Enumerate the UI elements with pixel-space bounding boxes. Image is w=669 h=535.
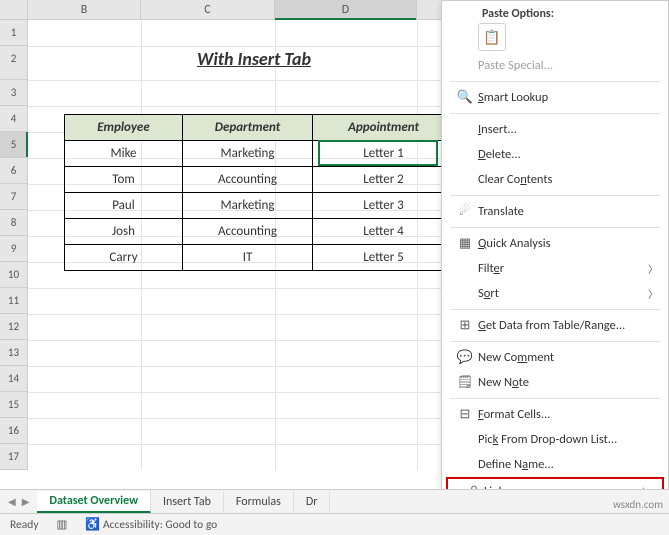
sheet-tab-dr[interactable]: Dr (294, 492, 331, 512)
row-header-8[interactable]: 8 (0, 210, 28, 236)
status-ready: Ready (10, 518, 39, 532)
menu-paste-special[interactable]: Paste Special... (442, 53, 668, 78)
menu-separator (450, 227, 660, 228)
accessibility-icon: ♿ (85, 518, 100, 532)
menu-clear-contents[interactable]: Clear Contents (442, 167, 668, 192)
cell[interactable]: IT (183, 245, 313, 271)
sheet-tab-formulas[interactable]: Formulas (224, 492, 294, 512)
cell[interactable]: Accounting (183, 167, 313, 193)
row-headers: 1 2 3 4 5 6 7 8 9 10 11 12 13 14 15 16 1… (0, 20, 28, 470)
header-appointment[interactable]: Appointment (313, 115, 455, 141)
table-row: CarryITLetter 5 (65, 245, 455, 271)
menu-translate[interactable]: ☄Translate (442, 199, 668, 224)
cell[interactable]: Carry (65, 245, 183, 271)
row-header-5[interactable]: 5 (0, 132, 28, 158)
menu-define-name[interactable]: Define Name... (442, 452, 668, 477)
cell[interactable]: Letter 3 (313, 193, 455, 219)
menu-format-cells[interactable]: ⊟Format Cells... (442, 402, 668, 427)
menu-filter[interactable]: Filter〉 (442, 256, 668, 281)
translate-icon: ☄ (452, 204, 478, 219)
menu-separator (450, 398, 660, 399)
data-table: Employee Department Appointment MikeMark… (64, 114, 455, 271)
cell[interactable]: Tom (65, 167, 183, 193)
table-row: MikeMarketingLetter 1 (65, 141, 455, 167)
menu-get-data[interactable]: ⊞Get Data from Table/Range... (442, 313, 668, 338)
menu-quick-analysis[interactable]: ▦Quick Analysis (442, 231, 668, 256)
chevron-right-icon: 〉 (648, 286, 658, 301)
menu-delete[interactable]: Delete... (442, 142, 668, 167)
row-header-11[interactable]: 11 (0, 288, 28, 314)
row-header-4[interactable]: 4 (0, 106, 28, 132)
stats-icon[interactable]: ▥ (57, 517, 68, 532)
clipboard-icon: 📋 (483, 29, 500, 46)
table-header-row: Employee Department Appointment (65, 115, 455, 141)
status-bar: Ready ▥ ♿ Accessibility: Good to go (0, 513, 669, 535)
search-icon: 🔍 (452, 90, 478, 105)
row-header-10[interactable]: 10 (0, 262, 28, 288)
status-accessibility: Accessibility: Good to go (103, 518, 217, 532)
menu-separator (450, 113, 660, 114)
cell[interactable]: Marketing (183, 193, 313, 219)
table-icon: ⊞ (452, 318, 478, 333)
menu-pick-list[interactable]: Pick From Drop-down List... (442, 427, 668, 452)
row-header-6[interactable]: 6 (0, 158, 28, 184)
col-header-C[interactable]: C (141, 0, 275, 19)
row-header-2[interactable]: 2 (0, 46, 28, 80)
cell[interactable]: Paul (65, 193, 183, 219)
tab-nav: ◀ ▶ (0, 495, 37, 508)
menu-smart-lookup[interactable]: 🔍Smart Lookup (442, 85, 668, 110)
paste-button[interactable]: 📋 (478, 23, 506, 51)
menu-separator (450, 341, 660, 342)
cell[interactable]: Letter 4 (313, 219, 455, 245)
row-header-16[interactable]: 16 (0, 418, 28, 444)
cell[interactable]: Letter 1 (313, 141, 455, 167)
sheet-tab-insert[interactable]: Insert Tab (151, 492, 224, 512)
menu-new-note[interactable]: 🗒New Note (442, 370, 668, 395)
menu-new-comment[interactable]: 💬New Comment (442, 345, 668, 370)
menu-separator (450, 195, 660, 196)
cell[interactable]: Accounting (183, 219, 313, 245)
row-header-15[interactable]: 15 (0, 392, 28, 418)
sheet-tab-overview[interactable]: Dataset Overview (37, 491, 151, 513)
header-department[interactable]: Department (183, 115, 313, 141)
select-all-corner[interactable] (0, 0, 28, 19)
row-header-1[interactable]: 1 (0, 20, 28, 46)
title-cell: With Insert Tab (44, 48, 464, 70)
row-header-7[interactable]: 7 (0, 184, 28, 210)
context-menu: Paste Options: 📋 Paste Special... 🔍Smart… (441, 0, 669, 511)
row-header-3[interactable]: 3 (0, 80, 28, 106)
table-row: JoshAccountingLetter 4 (65, 219, 455, 245)
header-employee[interactable]: Employee (65, 115, 183, 141)
menu-separator (450, 81, 660, 82)
comment-icon: 💬 (452, 350, 478, 365)
row-header-12[interactable]: 12 (0, 314, 28, 340)
row-header-9[interactable]: 9 (0, 236, 28, 262)
sheet-tab-bar: ◀ ▶ Dataset Overview Insert Tab Formulas… (0, 489, 669, 513)
cell[interactable]: Mike (65, 141, 183, 167)
note-icon: 🗒 (452, 375, 478, 390)
chevron-right-icon: 〉 (648, 261, 658, 276)
row-header-13[interactable]: 13 (0, 340, 28, 366)
tab-next-icon[interactable]: ▶ (22, 495, 30, 508)
tab-prev-icon[interactable]: ◀ (8, 495, 16, 508)
row-header-17[interactable]: 17 (0, 444, 28, 470)
cell[interactable]: Letter 5 (313, 245, 455, 271)
col-header-B[interactable]: B (28, 0, 141, 19)
quick-analysis-icon: ▦ (452, 236, 478, 251)
cell[interactable]: Marketing (183, 141, 313, 167)
table-row: TomAccountingLetter 2 (65, 167, 455, 193)
col-header-D[interactable]: D (275, 0, 417, 19)
watermark: wsxdn.com (613, 498, 663, 511)
table-row: PaulMarketingLetter 3 (65, 193, 455, 219)
menu-separator (450, 309, 660, 310)
cell[interactable]: Letter 2 (313, 167, 455, 193)
paste-options-heading: Paste Options: (442, 5, 668, 23)
menu-sort[interactable]: Sort〉 (442, 281, 668, 306)
row-header-14[interactable]: 14 (0, 366, 28, 392)
format-cells-icon: ⊟ (452, 407, 478, 422)
menu-insert[interactable]: Insert... (442, 117, 668, 142)
cell[interactable]: Josh (65, 219, 183, 245)
